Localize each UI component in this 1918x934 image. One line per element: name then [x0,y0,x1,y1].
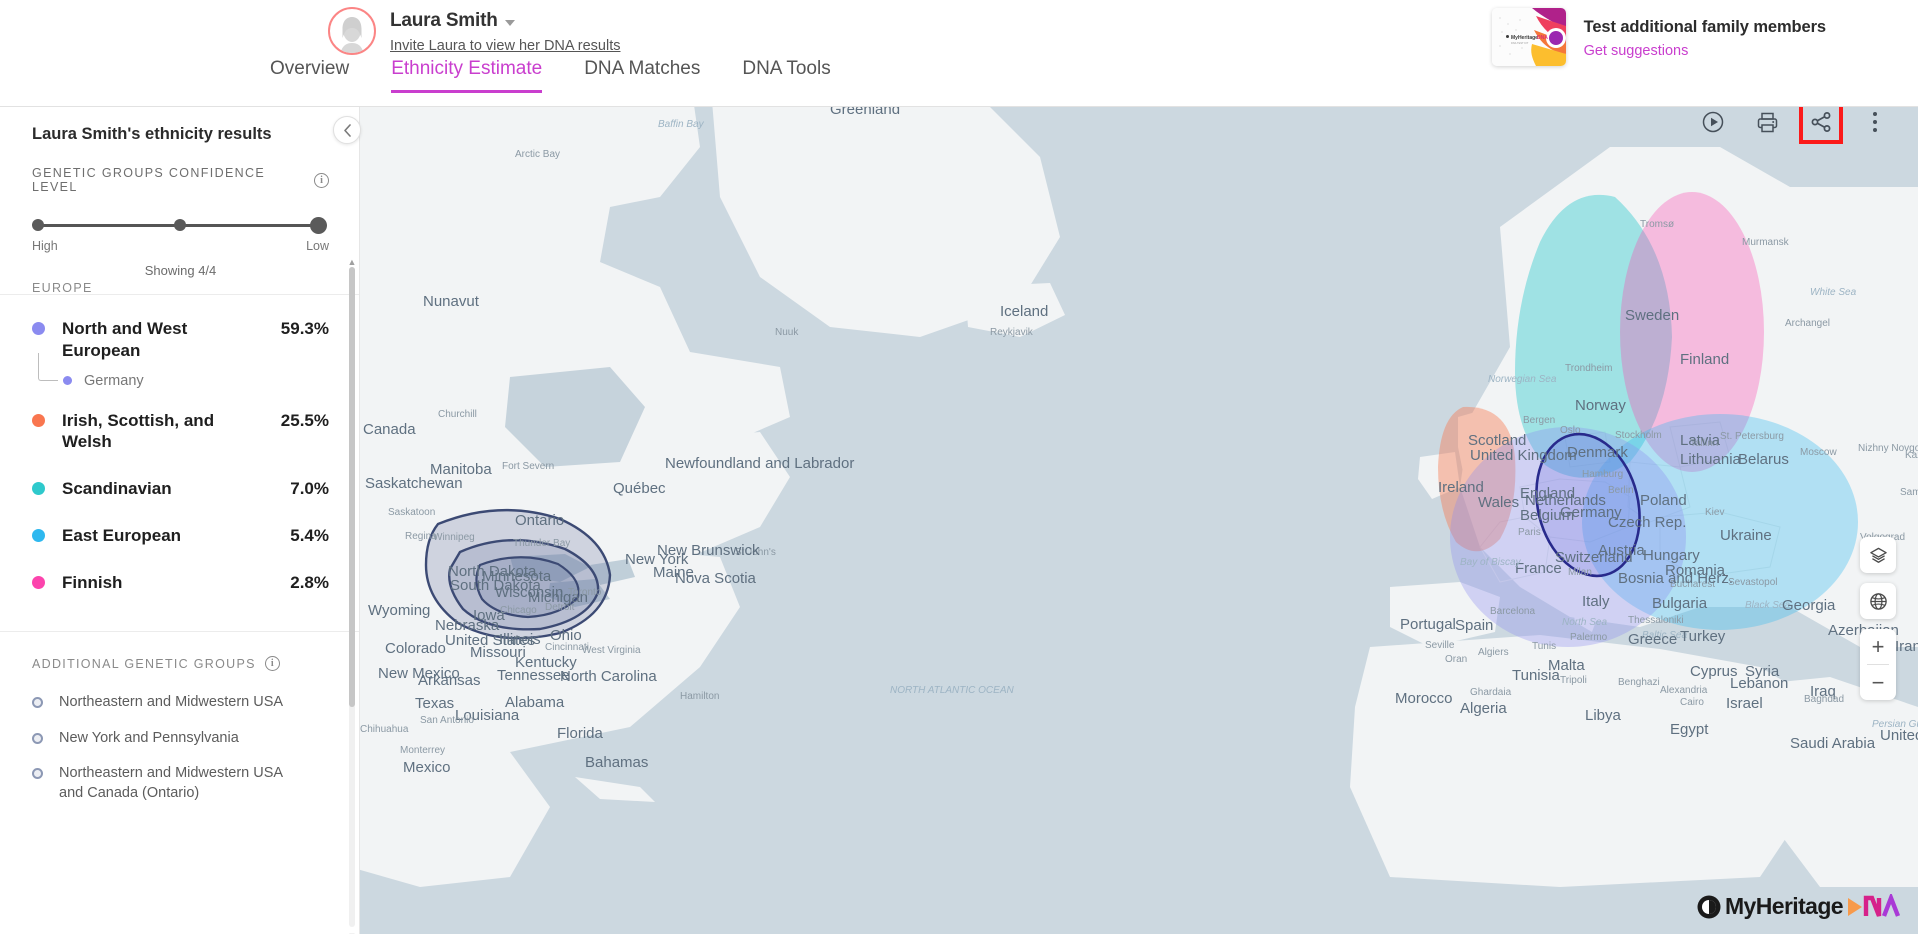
promo-title: Test additional family members [1583,17,1827,36]
dna-wordmark-icon [1848,893,1900,917]
confidence-label-row: GENETIC GROUPS CONFIDENCE LEVEL i [32,166,329,194]
ethnicity-color-dot [32,413,45,427]
slider-label-low: Low [306,239,329,253]
play-icon[interactable] [1698,107,1728,137]
sidebar-scrollbar[interactable] [349,267,355,927]
avatar[interactable] [328,7,376,55]
map-controls: + − [1860,537,1896,700]
map-canvas [360,87,1918,934]
tab-ethnicity-estimate[interactable]: Ethnicity Estimate [391,58,543,93]
ethnicity-row-north-and-west-european[interactable]: North and West European 59.3% [32,309,329,371]
ethnicity-map[interactable]: GreenlandIcelandReykjavikResoluteArctic … [360,87,1918,934]
ethnicity-percent: 5.4% [290,525,329,545]
tree-elbow [38,352,58,381]
europe-heading: EUROPE [32,281,93,295]
additional-group-name: Northeastern and Midwestern USA and Cana… [59,765,283,801]
user-name-row[interactable]: Laura Smith [390,10,621,32]
myheritage-dna-logo: MyHeritage [1696,893,1900,920]
ethnicity-percent: 7.0% [290,479,329,498]
slider-handle[interactable] [310,217,327,234]
invite-link[interactable]: Invite Laura to view her DNA results [390,38,621,54]
user-name: Laura Smith [390,10,498,31]
dna-kit-image: MyHeritage DNA DNA TEST KIT [1491,8,1566,66]
slider-label-high: High [32,239,58,253]
sidebar-collapse-button[interactable] [333,116,361,144]
myheritage-mark-icon [1697,895,1721,918]
group-marker-icon [32,732,43,744]
chevron-down-icon[interactable] [504,19,515,26]
additional-group-name: Northeastern and Midwestern USA [59,694,284,711]
ethnicity-row-scandinavian[interactable]: Scandinavian 7.0% [32,462,329,509]
ethnicity-percent: 2.8% [290,572,329,592]
tab-dna-tools[interactable]: DNA Tools [742,58,830,93]
svg-text:MyHeritage: MyHeritage [1511,35,1538,41]
additional-groups-header: ADDITIONAL GENETIC GROUPS i [0,632,359,675]
overlay-group-northeastern-midwestern-usa-canada [475,556,580,619]
ethnicity-name: Scandinavian [62,479,172,498]
layers-icon[interactable] [1860,537,1896,573]
ethnicity-percent: 25.5% [280,410,329,430]
ethnicity-name: Irish, Scottish, and Welsh [62,410,215,452]
sidebar-scroll-area: EUROPE North and West European 59.3% Ger… [0,259,359,934]
ethnicity-subgroup-germany[interactable]: Germany [38,352,329,401]
additional-group-item[interactable]: Northeastern and Midwestern USA [32,685,335,721]
group-marker-icon [32,768,43,780]
svg-text:DNA TEST KIT: DNA TEST KIT [1511,41,1529,45]
slider-stop-1[interactable] [32,219,44,231]
get-suggestions-link[interactable]: Get suggestions [1584,43,1826,59]
map-toolbar [1698,100,1890,144]
zoom-controls: + − [1860,629,1896,700]
tab-overview[interactable]: Overview [270,58,349,93]
brand-name: MyHeritage [1725,893,1844,919]
ethnicity-color-dot [32,482,45,495]
chevron-left-icon [343,123,351,137]
info-icon[interactable]: i [314,172,329,188]
more-vertical-icon[interactable] [1860,107,1890,137]
additional-groups-heading: ADDITIONAL GENETIC GROUPS [32,656,256,671]
subgroup-name: Germany [84,372,144,389]
ethnicity-name: North and West European [62,319,188,360]
additional-group-name: New York and Pennsylvania [59,729,239,746]
ethnicity-name: East European [62,525,182,545]
share-icon[interactable] [1799,100,1843,144]
zoom-in-button[interactable]: + [1860,629,1896,664]
ethnicity-row-irish-scottish-and-welsh[interactable]: Irish, Scottish, and Welsh 25.5% [32,401,329,463]
additional-group-item[interactable]: Northeastern and Midwestern USA and Cana… [32,756,335,811]
confidence-slider[interactable] [32,217,329,234]
ethnicity-color-dot [32,322,45,335]
confidence-label: GENETIC GROUPS CONFIDENCE LEVEL [32,166,266,194]
user-block: Laura Smith Invite Laura to view her DNA… [328,7,621,55]
ethnicity-sidebar: Laura Smith's ethnicity results GENETIC … [0,107,361,934]
svg-text:DNA: DNA [1537,35,1548,41]
scroll-up-arrow[interactable]: ▲ [347,257,357,267]
ethnicity-row-finnish[interactable]: Finnish 2.8% [32,556,329,612]
sidebar-scroll-thumb[interactable] [349,267,355,707]
page-title: Laura Smith's ethnicity results [32,125,272,143]
ethnicity-percent: 59.3% [280,319,329,338]
europe-section: EUROPE North and West European 59.3% Ger… [0,259,359,617]
ethnicity-color-dot [32,528,45,542]
slider-stop-2[interactable] [174,219,186,231]
print-icon[interactable] [1752,107,1782,137]
ethnicity-name: Finnish [62,572,123,592]
main-tabs: Overview Ethnicity Estimate DNA Matches … [270,58,873,93]
ethnicity-estimate-page: Laura Smith Invite Laura to view her DNA… [0,0,1918,934]
user-avatar-icon [340,17,364,53]
ethnicity-color-dot [32,575,45,589]
globe-icon[interactable] [1860,583,1896,619]
info-icon[interactable]: i [264,656,280,672]
zoom-out-button[interactable]: − [1860,665,1896,700]
slider-end-labels: High Low [32,239,329,253]
ethnicity-row-east-european[interactable]: East European 5.4% [32,509,329,556]
additional-group-item[interactable]: New York and Pennsylvania [32,721,335,757]
tab-dna-matches[interactable]: DNA Matches [584,58,700,93]
page-header: Laura Smith Invite Laura to view her DNA… [0,0,1918,107]
subgroup-color-dot [63,376,72,385]
promo-banner[interactable]: MyHeritage DNA DNA TEST KIT Test additio… [1491,8,1827,66]
group-marker-icon [32,697,43,709]
additional-groups-list: Northeastern and Midwestern USA New York… [0,675,359,811]
